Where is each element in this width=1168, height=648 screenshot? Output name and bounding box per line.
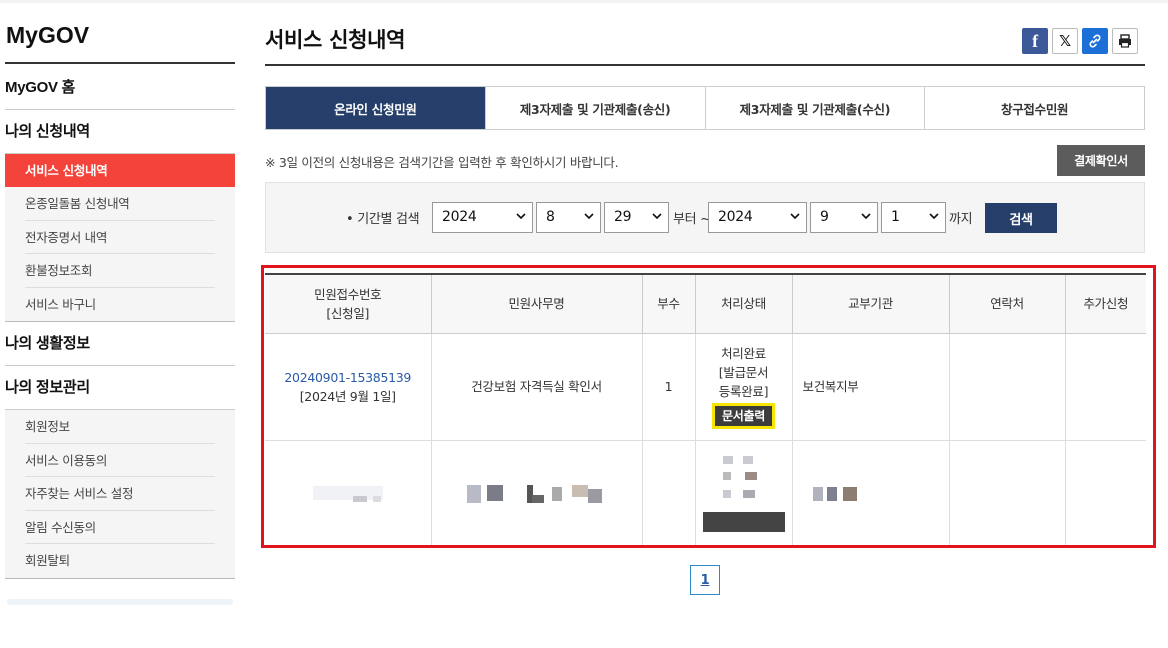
- chevron-down-icon: [929, 213, 939, 220]
- to-day-select[interactable]: 1: [881, 202, 946, 233]
- sidebar-item-withdraw[interactable]: 회원탈퇴: [25, 544, 215, 578]
- sidebar-item-consent[interactable]: 서비스 이용동의: [25, 444, 215, 477]
- from-day-value: 29: [614, 209, 632, 225]
- top-border: [0, 0, 1168, 3]
- tab-bar: 온라인 신청민원 제3자제출 및 기관제출(송신) 제3자제출 및 기관제출(수…: [265, 86, 1145, 130]
- sidebar-item-basket[interactable]: 서비스 바구니: [25, 288, 215, 322]
- to-year-select[interactable]: 2024: [708, 202, 807, 233]
- search-label-text: 기간별 검색: [357, 212, 420, 227]
- highlight-outline: [261, 265, 1156, 548]
- tab-counter[interactable]: 창구접수민원: [924, 87, 1144, 129]
- tab-third-party-send[interactable]: 제3자제출 및 기관제출(송신): [484, 87, 705, 129]
- from-year-value: 2024: [442, 209, 477, 225]
- from-year-select[interactable]: 2024: [432, 202, 533, 233]
- notice-text: ※ 3일 이전의 신청내용은 검색기간을 입력한 후 확인하시기 바랍니다.: [265, 155, 619, 170]
- chevron-down-icon: [584, 213, 594, 220]
- tab-online[interactable]: 온라인 신청민원: [266, 87, 485, 129]
- link-icon[interactable]: [1082, 28, 1108, 54]
- to-month-select[interactable]: 9: [810, 202, 878, 233]
- page-title: 서비스 신청내역: [265, 28, 406, 52]
- to-year-value: 2024: [718, 209, 753, 225]
- pagination-page[interactable]: 1: [690, 565, 720, 595]
- sidebar-item-refund[interactable]: 환불정보조회: [25, 254, 215, 288]
- sidebar-item-notification[interactable]: 알림 수신동의: [25, 511, 215, 544]
- sidebar-item-care[interactable]: 온종일돌봄 신청내역: [25, 187, 215, 221]
- chevron-down-icon: [790, 213, 800, 220]
- from-month-select[interactable]: 8: [536, 202, 601, 233]
- sidebar: MyGOV MyGOV 홈 나의 신청내역 서비스 신청내역 온종일돌봄 신청내…: [5, 22, 235, 605]
- sidebar-banner: [7, 598, 233, 605]
- title-divider: [265, 64, 1145, 66]
- sidebar-info-submenu: 회원정보 서비스 이용동의 자주찾는 서비스 설정 알림 수신동의 회원탈퇴: [5, 410, 235, 579]
- tab-third-party-receive[interactable]: 제3자제출 및 기관제출(수신): [704, 87, 925, 129]
- chevron-down-icon: [652, 213, 662, 220]
- share-toolbar: f 𝕏: [1022, 28, 1138, 54]
- sidebar-section-apply[interactable]: 나의 신청내역: [5, 110, 235, 154]
- to-month-value: 9: [820, 209, 829, 225]
- from-month-value: 8: [546, 209, 555, 225]
- print-icon[interactable]: [1112, 28, 1138, 54]
- chevron-down-icon: [516, 213, 526, 220]
- sidebar-item-favorites[interactable]: 자주찾는 서비스 설정: [25, 477, 215, 511]
- sidebar-item-member-info[interactable]: 회원정보: [25, 410, 215, 444]
- brand-title: MyGOV: [5, 22, 235, 64]
- payment-confirmation-button[interactable]: 결제확인서: [1057, 145, 1145, 176]
- sidebar-section-info[interactable]: 나의 정보관리: [5, 366, 235, 410]
- to-suffix: 까지: [949, 212, 973, 227]
- facebook-icon[interactable]: f: [1022, 28, 1048, 54]
- sidebar-item-e-certificate[interactable]: 전자증명서 내역: [25, 221, 215, 254]
- to-day-value: 1: [891, 209, 900, 225]
- search-button[interactable]: 검색: [985, 203, 1057, 233]
- x-icon[interactable]: 𝕏: [1052, 28, 1078, 54]
- from-suffix: 부터 ~: [673, 212, 711, 227]
- sidebar-apply-submenu: 온종일돌봄 신청내역 전자증명서 내역 환불정보조회 서비스 바구니: [5, 187, 235, 322]
- sidebar-item-service-history[interactable]: 서비스 신청내역: [5, 154, 235, 187]
- sidebar-section-life[interactable]: 나의 생활정보: [5, 322, 235, 366]
- chevron-down-icon: [861, 213, 871, 220]
- search-label: • 기간별 검색: [346, 212, 420, 227]
- search-panel: • 기간별 검색 2024 8 29 부터 ~ 2024 9 1 까지 검색: [265, 182, 1145, 253]
- sidebar-item-home[interactable]: MyGOV 홈: [5, 64, 235, 110]
- from-day-select[interactable]: 29: [604, 202, 669, 233]
